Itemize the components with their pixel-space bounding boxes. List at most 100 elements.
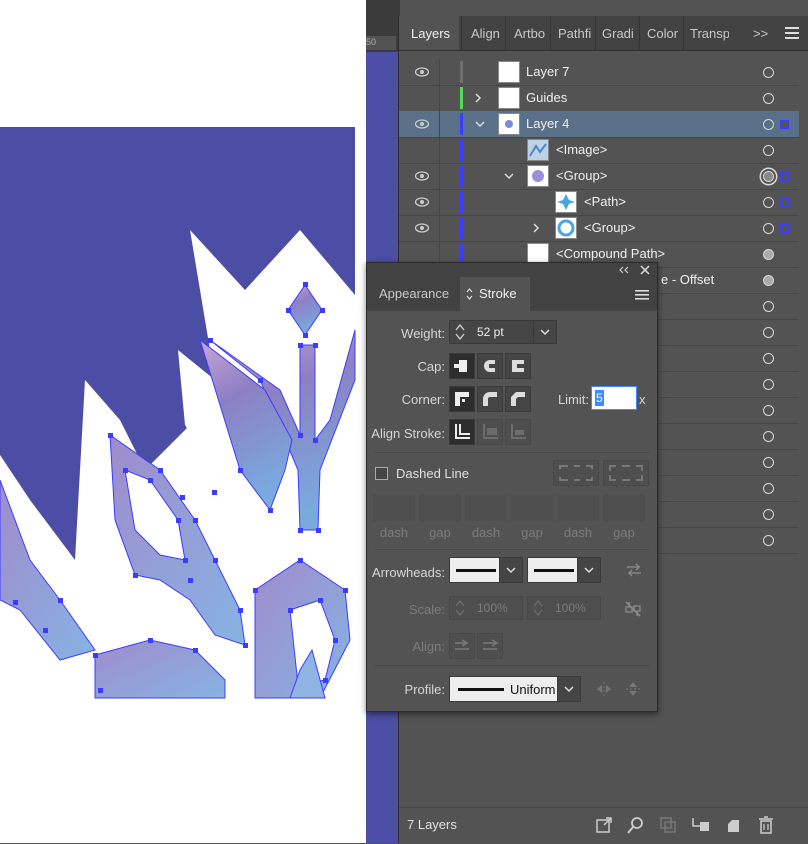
- align-stroke-center-button[interactable]: [449, 419, 475, 445]
- layer-row[interactable]: <Path>: [399, 189, 799, 216]
- dash-field[interactable]: [557, 495, 599, 521]
- chevron-down-icon[interactable]: [504, 171, 514, 181]
- target-circle-icon[interactable]: [763, 171, 774, 182]
- target-circle-icon[interactable]: [763, 197, 774, 208]
- locate-object-icon[interactable]: [627, 816, 645, 834]
- target-circle-icon[interactable]: [763, 509, 774, 520]
- target-circle-icon[interactable]: [763, 457, 774, 468]
- layer-row[interactable]: <Group>: [399, 163, 799, 190]
- chevron-down-icon[interactable]: [475, 119, 485, 129]
- visibility-cell[interactable]: [403, 163, 440, 189]
- gap-field[interactable]: [603, 495, 645, 521]
- visibility-cell[interactable]: [403, 137, 440, 163]
- gap-field[interactable]: [511, 495, 553, 521]
- bevel-join-button[interactable]: [505, 386, 531, 412]
- tab-overflow-button[interactable]: >>: [753, 16, 773, 50]
- layer-row[interactable]: Guides: [399, 85, 799, 112]
- target-circle-icon[interactable]: [763, 535, 774, 546]
- layer-row[interactable]: Layer 7: [399, 59, 799, 86]
- layer-row-selected[interactable]: Layer 4: [399, 111, 799, 138]
- target-circle-icon[interactable]: [763, 431, 774, 442]
- round-cap-button[interactable]: [477, 353, 503, 379]
- visibility-cell[interactable]: [403, 111, 440, 137]
- selection-indicator[interactable]: [780, 172, 789, 181]
- create-sublayer-icon[interactable]: [691, 816, 711, 834]
- scale-start-field[interactable]: 100%: [449, 596, 523, 620]
- scale-end-field[interactable]: 100%: [527, 596, 601, 620]
- weight-value[interactable]: 52 pt: [477, 321, 504, 343]
- arrowhead-start-dropdown-button[interactable]: [499, 558, 522, 582]
- export-icon[interactable]: [595, 816, 613, 834]
- projecting-cap-button[interactable]: [505, 353, 531, 379]
- target-circle-icon[interactable]: [763, 301, 774, 312]
- chevron-right-icon[interactable]: [531, 223, 541, 233]
- target-circle-icon[interactable]: [763, 67, 774, 78]
- tab-stroke[interactable]: Stroke: [460, 277, 530, 311]
- dash-field[interactable]: [465, 495, 507, 521]
- tab-gradient[interactable]: Gradi: [595, 16, 637, 50]
- hamburger-menu-icon[interactable]: [635, 290, 649, 300]
- flip-along-icon[interactable]: [595, 681, 613, 697]
- target-circle-icon[interactable]: [763, 353, 774, 364]
- target-circle-icon[interactable]: [763, 249, 774, 260]
- layer-name[interactable]: Layer 4: [526, 111, 569, 137]
- eye-icon[interactable]: [415, 119, 429, 129]
- layer-name[interactable]: e - Offset: [661, 267, 714, 293]
- miter-join-button[interactable]: [449, 386, 475, 412]
- tab-pathfinder[interactable]: Pathfi: [550, 16, 594, 50]
- arrowhead-start-dropdown[interactable]: [449, 557, 523, 583]
- weight-stepper-icon[interactable]: [454, 323, 466, 341]
- weight-field[interactable]: 52 pt: [449, 320, 557, 344]
- swap-arrowheads-icon[interactable]: [625, 562, 643, 578]
- eye-icon[interactable]: [415, 171, 429, 181]
- trash-icon[interactable]: [757, 815, 775, 835]
- preserve-dash-button[interactable]: [553, 460, 599, 486]
- selection-indicator[interactable]: [780, 224, 789, 233]
- gap-field[interactable]: [419, 495, 461, 521]
- eye-icon[interactable]: [415, 223, 429, 233]
- visibility-cell[interactable]: [403, 215, 440, 241]
- eye-icon[interactable]: [415, 67, 429, 77]
- profile-dropdown-button[interactable]: [557, 677, 580, 701]
- target-circle-icon[interactable]: [763, 223, 774, 234]
- tab-transparency[interactable]: Transp: [683, 16, 729, 50]
- target-circle-icon[interactable]: [763, 93, 774, 104]
- dashed-line-label[interactable]: Dashed Line: [396, 466, 469, 481]
- target-circle-icon[interactable]: [763, 379, 774, 390]
- unlink-scale-icon[interactable]: [623, 599, 643, 619]
- target-circle-icon[interactable]: [763, 145, 774, 156]
- layer-name[interactable]: Layer 7: [526, 59, 569, 85]
- selection-indicator[interactable]: [780, 198, 789, 207]
- tab-appearance[interactable]: Appearance: [379, 277, 449, 311]
- tab-artboards[interactable]: Artbo: [505, 16, 549, 50]
- target-circle-icon[interactable]: [763, 483, 774, 494]
- layer-name[interactable]: <Group>: [584, 215, 635, 241]
- close-icon[interactable]: [640, 265, 650, 275]
- layer-name[interactable]: <Path>: [584, 189, 626, 215]
- visibility-cell[interactable]: [403, 59, 440, 85]
- layer-name[interactable]: Guides: [526, 85, 567, 111]
- round-join-button[interactable]: [477, 386, 503, 412]
- align-dash-corners-button[interactable]: [603, 460, 649, 486]
- new-layer-icon[interactable]: [725, 816, 743, 834]
- flip-across-icon[interactable]: [625, 680, 641, 698]
- place-arrow-tip-button[interactable]: [477, 633, 503, 659]
- limit-input[interactable]: 5: [591, 386, 637, 410]
- collapse-panel-icon[interactable]: [619, 266, 629, 274]
- panel-titlebar[interactable]: [367, 263, 657, 277]
- tab-layers[interactable]: Layers: [399, 16, 459, 50]
- tab-align[interactable]: Align: [461, 16, 501, 50]
- weight-dropdown-button[interactable]: [533, 321, 556, 343]
- extend-arrow-tip-button[interactable]: [449, 633, 475, 659]
- selection-indicator[interactable]: [780, 120, 789, 129]
- layer-name[interactable]: <Image>: [556, 137, 607, 163]
- layer-row[interactable]: <Group>: [399, 215, 799, 242]
- layer-row[interactable]: <Image>: [399, 137, 799, 164]
- tab-color[interactable]: Color: [639, 16, 683, 50]
- layer-name[interactable]: <Group>: [556, 163, 607, 189]
- align-stroke-inside-button[interactable]: [477, 419, 503, 445]
- target-circle-icon[interactable]: [763, 327, 774, 338]
- align-stroke-outside-button[interactable]: [505, 419, 531, 445]
- chevron-right-icon[interactable]: [473, 93, 483, 103]
- dashed-line-checkbox[interactable]: [375, 467, 388, 480]
